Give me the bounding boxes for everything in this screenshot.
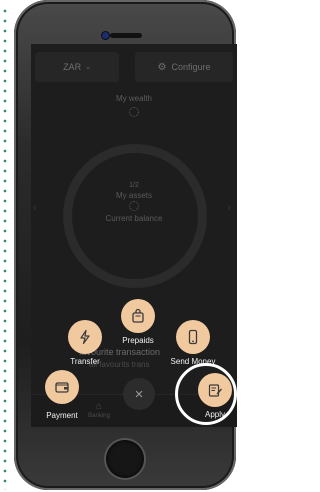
chevron-left-icon[interactable]: ‹	[33, 200, 37, 214]
apply-highlight-ring	[175, 363, 237, 425]
decorative-dotted-border	[3, 6, 7, 490]
page-indicator: 1/2	[129, 182, 139, 189]
chevron-down-icon: ⌄	[85, 64, 91, 71]
send-money-button[interactable]	[176, 320, 210, 354]
app-screen: ZAR ⌄ ⚙ Configure My wealth ‹ › 1/2 My a…	[31, 44, 237, 427]
lightning-icon	[80, 329, 90, 345]
tab-banking[interactable]: ⌂ Banking	[87, 401, 111, 419]
currency-value: ZAR	[63, 62, 82, 72]
prepaids-label: Prepaids	[122, 336, 154, 345]
my-assets-label: My assets	[115, 191, 152, 200]
gear-icon: ⚙	[157, 61, 167, 73]
payment-label: Payment	[46, 411, 78, 420]
top-bar: ZAR ⌄ ⚙ Configure	[31, 52, 237, 82]
transfer-label: Transfer	[70, 357, 100, 366]
home-button[interactable]	[106, 440, 144, 478]
configure-button[interactable]: ⚙ Configure	[135, 52, 233, 82]
prepaids-button[interactable]	[121, 299, 155, 333]
phone-icon	[188, 329, 198, 345]
front-camera	[102, 32, 109, 39]
my-wealth-label: My wealth	[115, 94, 152, 103]
currency-selector[interactable]: ZAR ⌄	[35, 52, 119, 82]
wallet-icon	[55, 382, 69, 393]
loading-spinner-icon	[129, 107, 139, 117]
tab-banking-label: Banking	[88, 413, 110, 419]
current-balance-label: Current balance	[105, 214, 163, 223]
loading-spinner-icon	[129, 201, 139, 211]
phone-frame: ZAR ⌄ ⚙ Configure My wealth ‹ › 1/2 My a…	[14, 0, 237, 490]
transfer-button[interactable]	[68, 320, 102, 354]
close-menu-button[interactable]: ×	[123, 378, 155, 410]
earpiece-speaker	[110, 33, 142, 38]
bank-icon: ⌂	[95, 401, 103, 412]
chevron-right-icon[interactable]: ›	[227, 200, 231, 214]
payment-button[interactable]	[45, 370, 79, 404]
bag-icon	[132, 308, 144, 323]
configure-label: Configure	[171, 62, 211, 72]
